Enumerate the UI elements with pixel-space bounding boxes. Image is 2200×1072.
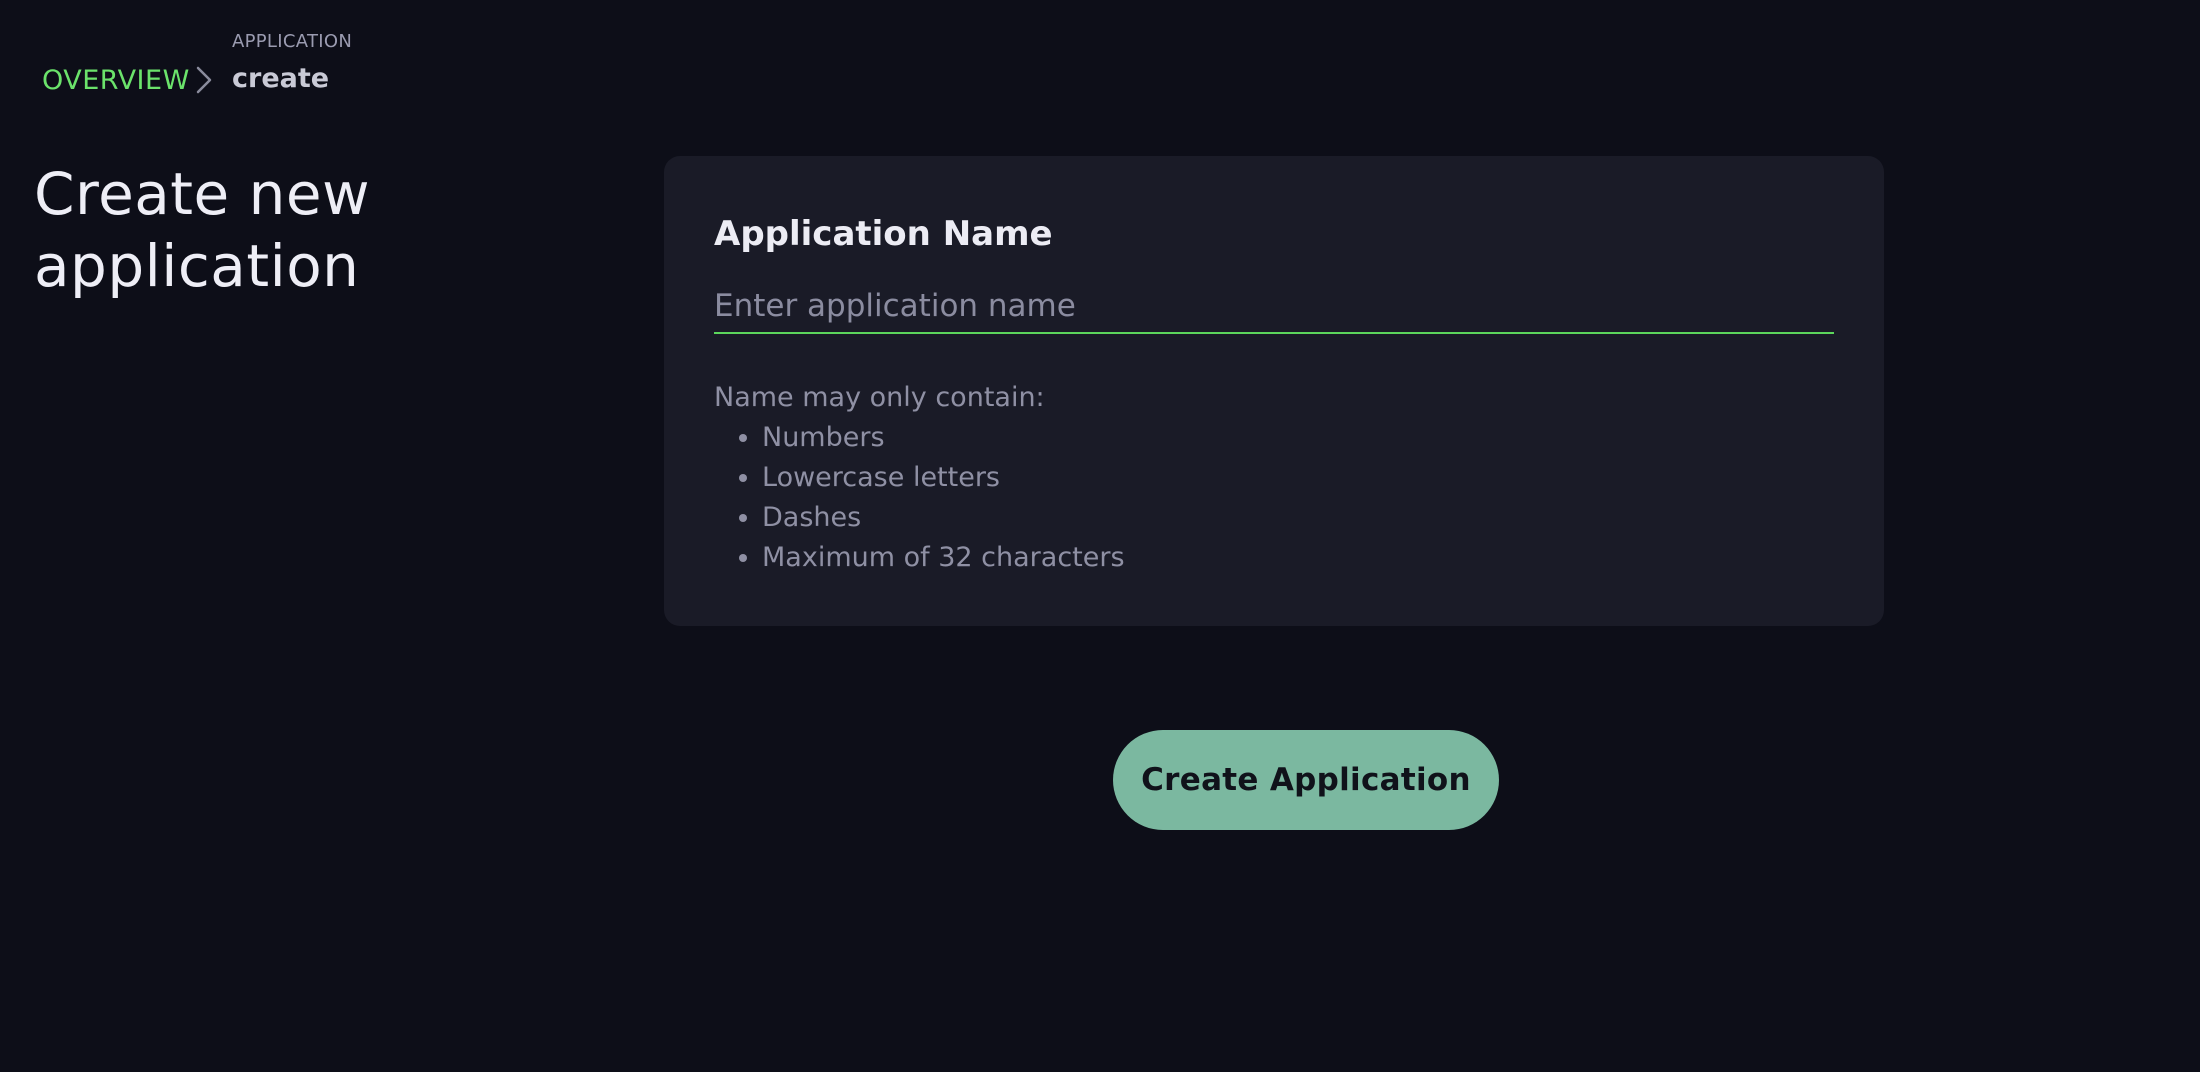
application-name-label: Application Name: [714, 214, 1053, 254]
name-rule-item: Maximum of 32 characters: [762, 538, 1834, 578]
breadcrumb-current-page: create: [232, 63, 330, 94]
name-rule-item: Dashes: [762, 498, 1834, 538]
create-application-button[interactable]: Create Application: [1113, 730, 1499, 830]
name-rule-item: Numbers: [762, 418, 1834, 458]
breadcrumb-section-caption: APPLICATION: [232, 31, 353, 52]
name-rules-list: Numbers Lowercase letters Dashes Maximum…: [714, 418, 1834, 578]
breadcrumb-current-group: APPLICATION create: [232, 30, 352, 96]
name-rule-item: Lowercase letters: [762, 458, 1834, 498]
application-name-input[interactable]: [714, 284, 1834, 334]
create-application-page: OVERVIEW APPLICATION create Create new a…: [0, 0, 2200, 1072]
page-title: Create new application: [34, 160, 371, 300]
breadcrumb-overview-link[interactable]: OVERVIEW: [42, 63, 190, 99]
name-rules-intro: Name may only contain:: [714, 382, 1045, 413]
name-rules: Name may only contain: Numbers Lowercase…: [714, 378, 1834, 578]
application-form-card: Application Name Name may only contain: …: [664, 156, 1884, 626]
chevron-right-icon: [196, 66, 212, 94]
